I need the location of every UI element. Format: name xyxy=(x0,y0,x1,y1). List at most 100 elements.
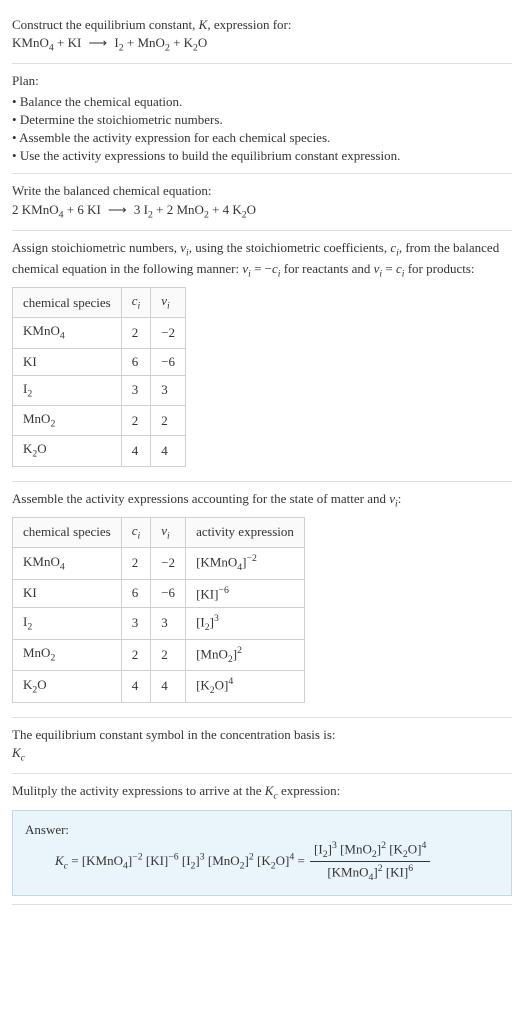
d1: [KMnO xyxy=(327,865,368,880)
plan-item: Balance the chemical equation. xyxy=(12,93,512,111)
assign-eq1: = − xyxy=(251,261,272,276)
cell-c: 6 xyxy=(121,579,151,608)
d1sup: 2 xyxy=(378,863,383,874)
bspecies-4: MnO xyxy=(176,202,203,217)
balanced-equation: 2 KMnO4 + 6 KI ⟶ 3 I2 + 2 MnO2 + 4 K2O xyxy=(12,201,512,222)
act: [MnO xyxy=(196,646,228,661)
n3sup: 4 xyxy=(422,840,427,851)
th-ci: ci xyxy=(121,288,151,318)
plus-3: + xyxy=(170,35,184,50)
cell-nu: −2 xyxy=(151,318,186,348)
table-row: KMnO42−2 xyxy=(13,318,186,348)
cell-c: 4 xyxy=(121,436,151,466)
mult-t2: expression: xyxy=(278,783,340,798)
kc-symbol: Kc xyxy=(12,744,512,765)
cell-nu: 2 xyxy=(151,406,186,436)
ans-t1sub: 4 xyxy=(123,860,128,871)
cell-species: KMnO4 xyxy=(13,548,122,580)
th-activity: activity expression xyxy=(186,517,305,547)
cell-species: KMnO4 xyxy=(13,318,122,348)
cell-activity: [K2O]4 xyxy=(186,671,305,703)
act: [K xyxy=(196,678,210,693)
cell-species: K2O xyxy=(13,671,122,703)
question-section: Construct the equilibrium constant, K, e… xyxy=(12,8,512,64)
coef-3: 3 xyxy=(134,202,144,217)
assemble-t: Assemble the activity expressions accoun… xyxy=(12,491,389,506)
act-sub: 4 xyxy=(237,562,242,573)
cell-c: 2 xyxy=(121,406,151,436)
act: [I xyxy=(196,614,205,629)
sp-sub: 4 xyxy=(60,331,65,342)
q-text-2: , expression for: xyxy=(207,17,291,32)
cell-nu: 2 xyxy=(151,639,186,671)
arrow-icon: ⟶ xyxy=(85,35,112,50)
table-row: KI6−6 xyxy=(13,348,186,375)
ans-t4sub: 2 xyxy=(240,860,245,871)
actb: O] xyxy=(215,678,229,693)
bplus-1: + xyxy=(63,202,77,217)
ans-eq1: = xyxy=(68,853,82,868)
bspecies-1: KMnO xyxy=(22,202,59,217)
numerator: [I2]3 [MnO2]2 [K2O]4 xyxy=(310,839,430,863)
cell-nu: 4 xyxy=(151,436,186,466)
ans-t3sub: 2 xyxy=(191,860,196,871)
product-2: MnO xyxy=(137,35,164,50)
cell-nu: −6 xyxy=(151,579,186,608)
table-header-row: chemical species ci νi activity expressi… xyxy=(13,517,305,547)
bspecies-5: K xyxy=(232,202,241,217)
act-sub: 2 xyxy=(228,654,233,665)
fraction: [I2]3 [MnO2]2 [K2O]4[KMnO4]2 [KI]6 xyxy=(308,839,432,885)
denominator: [KMnO4]2 [KI]6 xyxy=(310,862,430,885)
answer-box: Answer: Kc = [KMnO4]−2 [KI]−6 [I2]3 [MnO… xyxy=(12,810,512,896)
n1: [I xyxy=(314,841,323,856)
n2: [MnO xyxy=(340,841,372,856)
cell-nu: 4 xyxy=(151,671,186,703)
spb: O xyxy=(37,441,46,456)
table-row: MnO222[MnO2]2 xyxy=(13,639,305,671)
cell-c: 3 xyxy=(121,608,151,640)
answer-section: Mulitply the activity expressions to arr… xyxy=(12,774,512,905)
cell-c: 2 xyxy=(121,318,151,348)
kc-text: The equilibrium constant symbol in the c… xyxy=(12,726,512,744)
activity-table: chemical species ci νi activity expressi… xyxy=(12,517,305,703)
cell-c: 6 xyxy=(121,348,151,375)
cell-species: I2 xyxy=(13,375,122,405)
plan-title: Plan: xyxy=(12,72,512,90)
cell-species: K2O xyxy=(13,436,122,466)
sp: K xyxy=(23,441,32,456)
plan-item: Use the activity expressions to build th… xyxy=(12,147,512,165)
sp: MnO xyxy=(23,645,50,660)
assign-text: Assign stoichiometric numbers, νi, using… xyxy=(12,239,512,281)
kc-symbol-section: The equilibrium constant symbol in the c… xyxy=(12,718,512,774)
sp: MnO xyxy=(23,411,50,426)
sp-sub: 2 xyxy=(50,419,55,430)
sp-sub: 2 xyxy=(50,653,55,664)
mult-t1: Mulitply the activity expressions to arr… xyxy=(12,783,265,798)
d2: [KI] xyxy=(386,865,408,880)
n1sup: 3 xyxy=(332,840,337,851)
act-sup: 3 xyxy=(214,613,219,624)
bplus-2: + xyxy=(153,202,167,217)
ans-t5b: O] xyxy=(276,853,290,868)
bplus-3: + xyxy=(209,202,223,217)
assign-section: Assign stoichiometric numbers, νi, using… xyxy=(12,231,512,482)
cell-nu: −6 xyxy=(151,348,186,375)
cell-species: I2 xyxy=(13,608,122,640)
th-nu-sub: i xyxy=(167,301,170,312)
spb: O xyxy=(37,677,46,692)
act-sup: 2 xyxy=(237,645,242,656)
plan-list: Balance the chemical equation. Determine… xyxy=(12,93,512,166)
n1s: 2 xyxy=(323,849,328,860)
balanced-title: Write the balanced chemical equation: xyxy=(12,182,512,200)
coef-1: 2 xyxy=(12,202,22,217)
bspecies-5b: O xyxy=(247,202,256,217)
ans-eq2: = xyxy=(294,853,308,868)
ans-t1: [KMnO xyxy=(82,853,123,868)
cell-species: KI xyxy=(13,579,122,608)
ans-kc: K xyxy=(55,853,64,868)
n2s: 2 xyxy=(372,849,377,860)
act: [KMnO xyxy=(196,554,237,569)
table-row: I233 xyxy=(13,375,186,405)
barrow-icon: ⟶ xyxy=(104,202,131,217)
th-nu: νi xyxy=(151,288,186,318)
